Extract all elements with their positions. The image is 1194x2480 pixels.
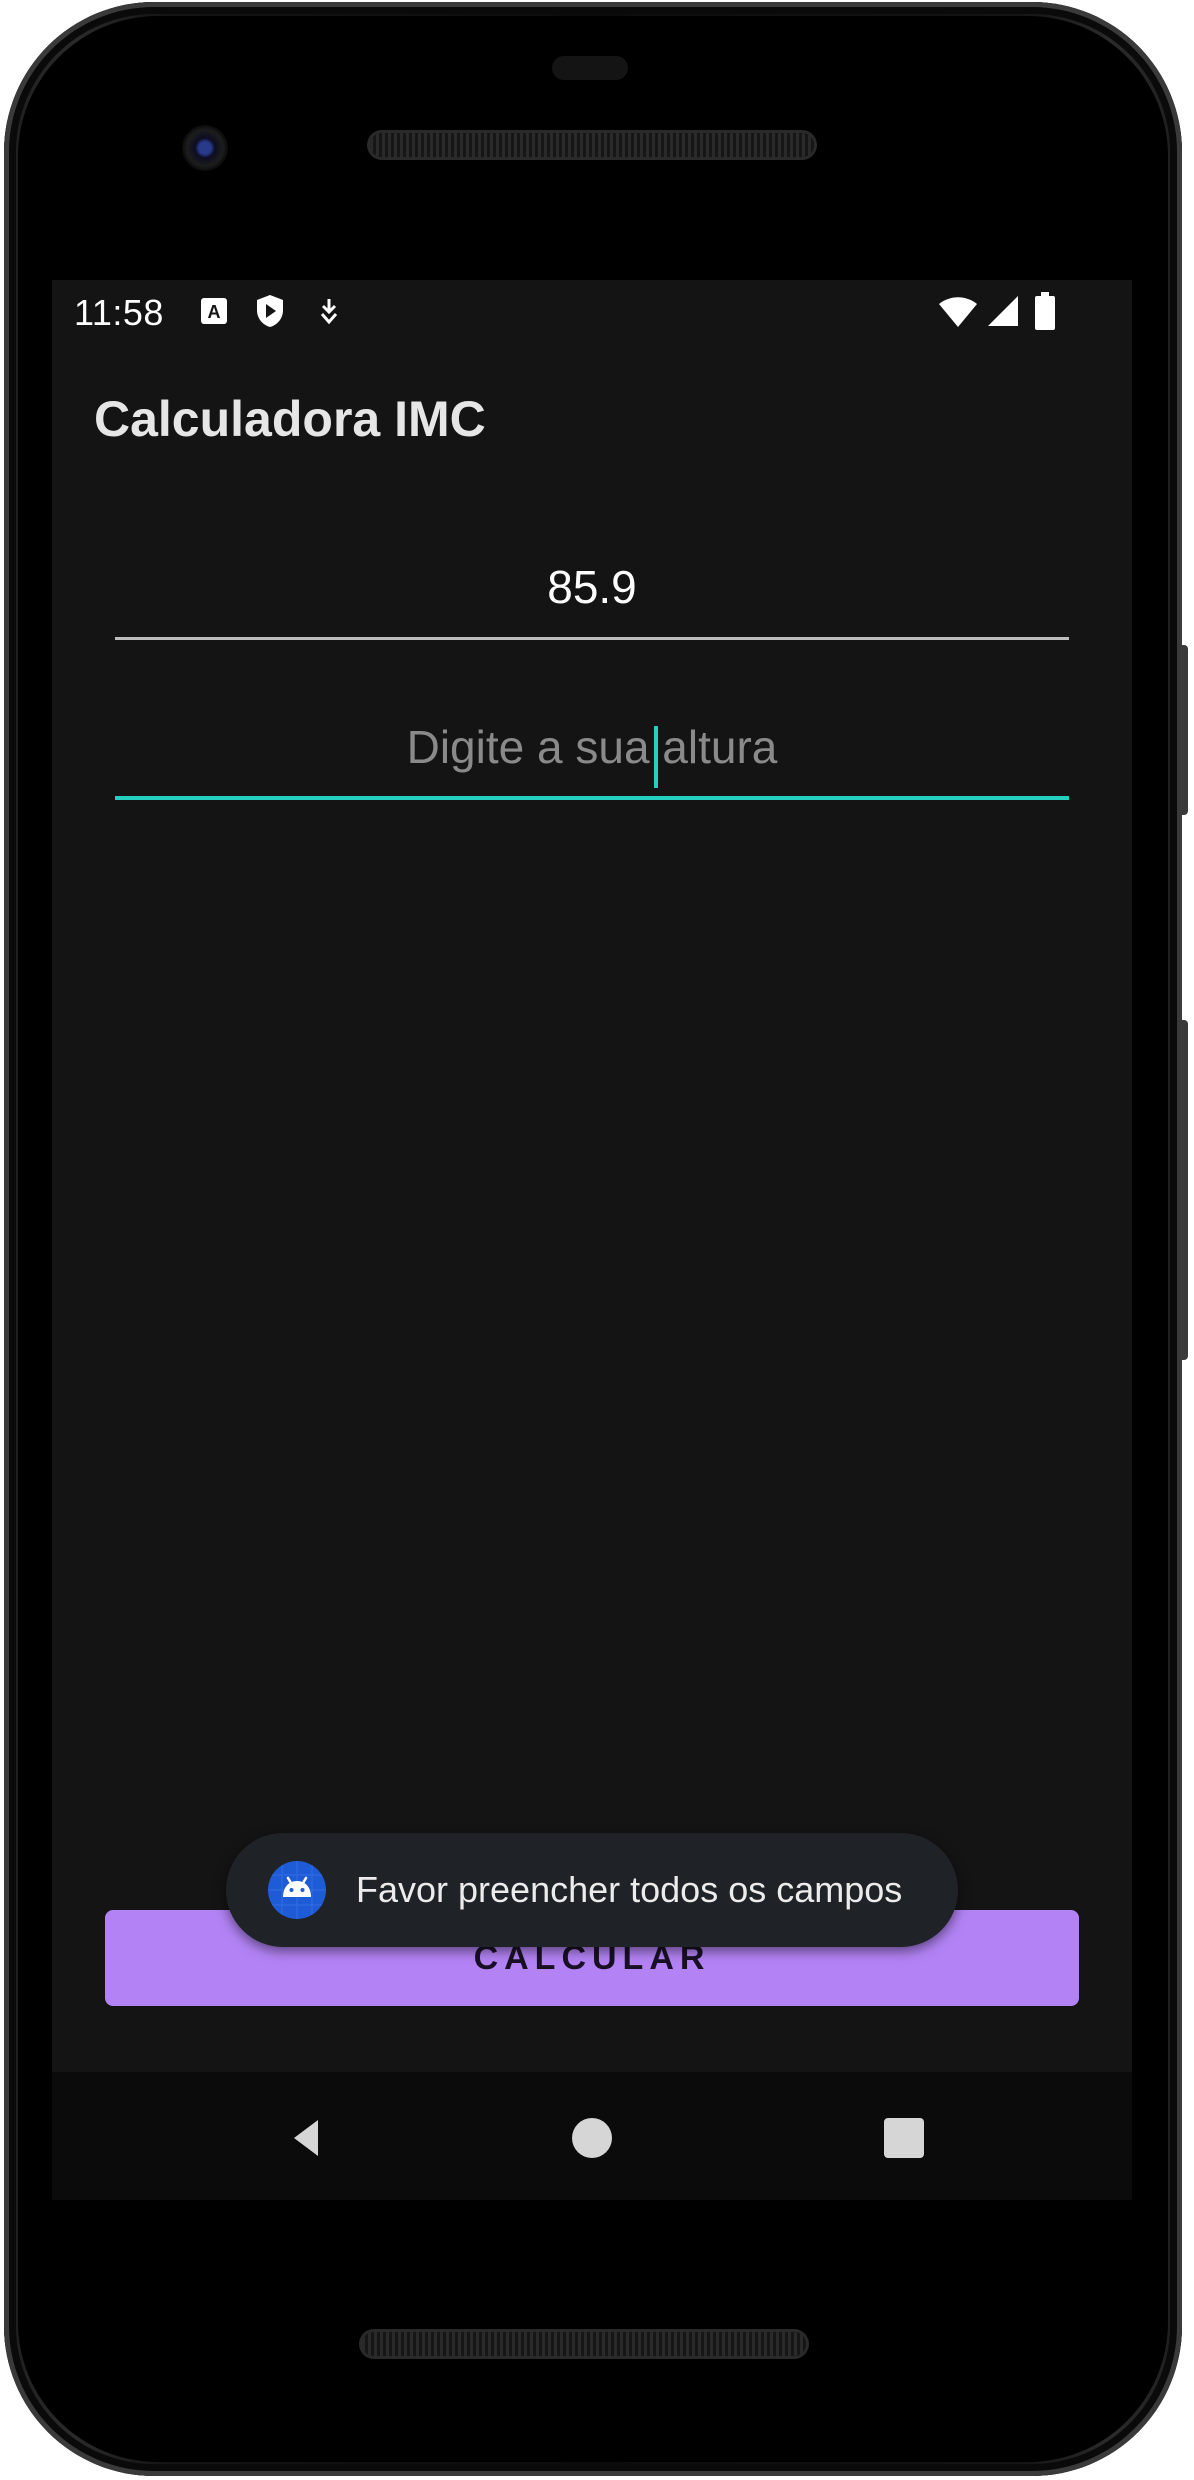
svg-text:A: A [208, 302, 221, 322]
signal-icon [988, 296, 1018, 326]
weight-value: 85.9 [547, 561, 637, 613]
battery-icon [1035, 292, 1055, 330]
height-placeholder: Digite a sua altura [406, 721, 778, 773]
toast: Favor preencher todos os campos [226, 1833, 958, 1947]
keyboard-a-icon: A [201, 298, 227, 324]
height-underline [115, 796, 1069, 800]
earpiece-speaker [370, 133, 814, 157]
weight-input[interactable]: 85.9 [115, 550, 1069, 640]
back-icon[interactable] [276, 2108, 336, 2168]
home-icon[interactable] [562, 2108, 622, 2168]
android-icon [268, 1861, 326, 1919]
toast-message: Favor preencher todos os campos [356, 1869, 903, 1910]
front-camera-icon [182, 125, 228, 171]
height-input[interactable]: Digite a sua altura [115, 710, 1069, 800]
wifi-icon [939, 297, 977, 327]
screen: 11:58 A Calculadora IMC 85.9 Digite a su… [52, 280, 1132, 2200]
volume-button [1178, 1020, 1188, 1360]
status-bar: 11:58 A [52, 280, 1132, 352]
page-title: Calculadora IMC [94, 391, 486, 447]
recents-icon[interactable] [874, 2108, 934, 2168]
weight-underline [115, 637, 1069, 640]
download-icon [320, 299, 338, 325]
text-cursor [654, 726, 658, 788]
bottom-speaker [362, 2332, 806, 2356]
power-button [1178, 645, 1188, 815]
proximity-sensor [552, 56, 628, 80]
status-time: 11:58 [74, 292, 164, 333]
shield-play-icon [257, 295, 283, 327]
navigation-bar [52, 2072, 1132, 2200]
